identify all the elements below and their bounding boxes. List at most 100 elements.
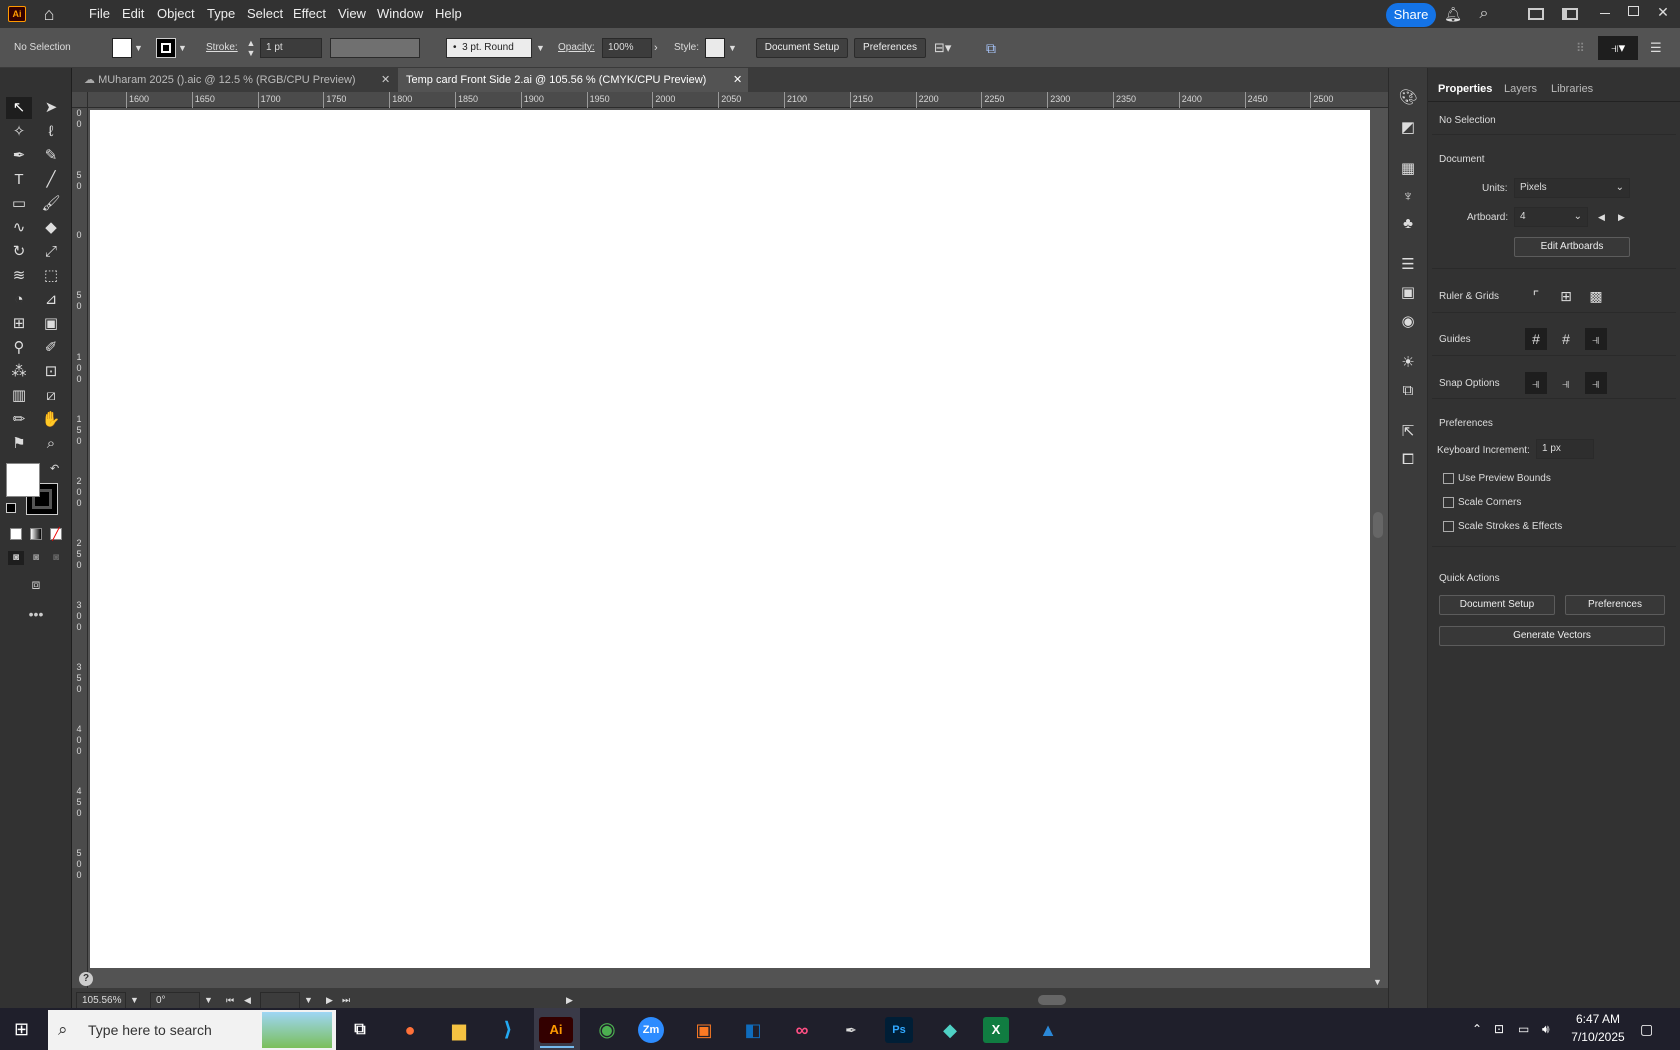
slice-tool-icon[interactable]: ⧄ bbox=[38, 385, 64, 407]
chrome-icon[interactable]: ◉ bbox=[589, 1014, 625, 1046]
shape-builder-tool-icon[interactable]: ◔ bbox=[6, 289, 32, 311]
fill-color-box[interactable] bbox=[6, 463, 40, 497]
close-tab-muharam-icon[interactable]: ✕ bbox=[381, 72, 393, 88]
draw-behind-icon[interactable]: ◙ bbox=[28, 551, 44, 565]
pen-app-icon[interactable]: ✒ bbox=[833, 1014, 869, 1046]
blend-tool-icon[interactable]: ✐ bbox=[38, 337, 64, 359]
workspace-switcher-icon[interactable] bbox=[1528, 8, 1544, 20]
horizontal-scrollbar[interactable] bbox=[582, 995, 1364, 1005]
opacity-arrow-icon[interactable]: › bbox=[654, 38, 666, 58]
show-hidden-icons-icon[interactable]: ⌃ bbox=[1472, 1020, 1486, 1038]
default-colors-icon[interactable] bbox=[6, 503, 16, 513]
transparency-grid-icon[interactable]: ▩ bbox=[1585, 285, 1607, 307]
draw-inside-icon[interactable]: ◙ bbox=[48, 551, 64, 565]
transparency-panel-icon[interactable]: ◉ bbox=[1397, 311, 1419, 333]
artboards-panel-icon[interactable]: ⧠ bbox=[1397, 449, 1419, 471]
selection-tool-icon[interactable]: ↖ bbox=[6, 97, 32, 119]
line-segment-tool-icon[interactable]: ╱ bbox=[38, 169, 64, 191]
preferences-button[interactable]: Preferences bbox=[854, 38, 926, 58]
panel-options-icon[interactable]: ☰ bbox=[1650, 38, 1666, 58]
file-explorer-icon[interactable]: ▆ bbox=[441, 1014, 477, 1046]
rotate-tool-icon[interactable]: ↻ bbox=[6, 241, 32, 263]
fill-dropdown-icon[interactable]: ▼ bbox=[134, 38, 146, 58]
puppet-warp-tool-icon[interactable]: ⚑ bbox=[6, 433, 32, 455]
pen-tool-icon[interactable]: ✒ bbox=[6, 145, 32, 167]
clock-date[interactable]: 7/10/2025 bbox=[1566, 1030, 1630, 1044]
prev-artboard-icon[interactable]: ◀ bbox=[244, 992, 254, 1009]
recolor-artwork-icon[interactable]: ⧉ bbox=[986, 38, 1006, 58]
fill-swatch[interactable] bbox=[112, 38, 132, 58]
tab-properties[interactable]: Properties bbox=[1438, 76, 1492, 102]
use-preview-bounds-checkbox[interactable] bbox=[1443, 473, 1454, 484]
graphic-styles-panel-icon[interactable]: ⧉ bbox=[1397, 380, 1419, 402]
stroke-swatch[interactable] bbox=[156, 38, 176, 58]
restore-icon[interactable] bbox=[1628, 6, 1639, 16]
color-mode-icon[interactable] bbox=[10, 528, 22, 540]
style-dropdown-icon[interactable]: ▼ bbox=[728, 38, 740, 58]
align-options-icon[interactable]: ⊟▾ bbox=[934, 38, 962, 58]
generate-vectors-button[interactable]: Generate Vectors bbox=[1439, 626, 1665, 646]
rulers-icon[interactable]: ⌜ bbox=[1525, 285, 1547, 307]
menu-select[interactable]: Select bbox=[247, 0, 283, 28]
eraser-tool-icon[interactable]: ◆ bbox=[38, 217, 64, 239]
rotation-input[interactable]: 0° bbox=[150, 992, 200, 1009]
keyboard-increment-input[interactable]: 1 px bbox=[1536, 439, 1594, 459]
export-panel-icon[interactable]: ⇱ bbox=[1397, 421, 1419, 443]
lasso-tool-icon[interactable]: ℓ bbox=[38, 121, 64, 143]
share-button[interactable]: Share bbox=[1386, 3, 1436, 27]
brush-dropdown-icon[interactable]: ▼ bbox=[536, 38, 548, 58]
zoom-app-icon[interactable]: Zm bbox=[638, 1017, 664, 1043]
paintbrush-tool-icon[interactable]: 🖌︎ bbox=[38, 193, 64, 215]
edit-artboards-button[interactable]: Edit Artboards bbox=[1514, 237, 1630, 257]
gradient-mode-icon[interactable] bbox=[30, 528, 42, 540]
vscode-icon[interactable]: ⟩ bbox=[490, 1014, 526, 1046]
artboard-dropdown[interactable]: 4 ⌄ bbox=[1514, 207, 1588, 227]
snap-to-glyph-panel-icon[interactable]: ⫣ bbox=[1585, 372, 1607, 394]
menu-window[interactable]: Window bbox=[377, 0, 423, 28]
tab-muharam[interactable]: ☁ MUharam 2025 ().aic @ 12.5 % (RGB/CPU … bbox=[76, 68, 396, 92]
warp-tool-icon[interactable]: ≋ bbox=[6, 265, 32, 287]
display-icon[interactable]: ▭ bbox=[1518, 1020, 1534, 1038]
tab-libraries[interactable]: Libraries bbox=[1551, 76, 1593, 102]
symbol-sprayer-tool-icon[interactable]: ⁂ bbox=[6, 361, 32, 383]
show-guides-icon[interactable]: # bbox=[1525, 328, 1547, 350]
home-icon[interactable]: ⌂ bbox=[38, 4, 60, 24]
stroke-dropdown-icon[interactable]: ▼ bbox=[178, 38, 190, 58]
photoshop-icon[interactable]: Ps bbox=[885, 1017, 913, 1043]
snap-to-point-icon[interactable]: ⫣ bbox=[1525, 372, 1547, 394]
illustrator-taskbar-icon[interactable]: Ai bbox=[539, 1017, 573, 1043]
menu-effect[interactable]: Effect bbox=[293, 0, 326, 28]
rectangle-tool-icon[interactable]: ▭ bbox=[6, 193, 32, 215]
pencil-tool-icon[interactable]: ✏ bbox=[6, 409, 32, 431]
vertical-scroll-thumb[interactable] bbox=[1373, 512, 1383, 538]
creative-cloud-icon[interactable]: ∞ bbox=[784, 1014, 820, 1046]
tab-layers[interactable]: Layers bbox=[1504, 76, 1537, 102]
windows-start-icon[interactable]: ⊞ bbox=[14, 1020, 32, 1038]
lock-guides-icon[interactable]: # bbox=[1555, 328, 1577, 350]
search-icon[interactable]: ⌕ bbox=[1474, 4, 1494, 24]
close-tab-temp-card-icon[interactable]: ✕ bbox=[733, 72, 745, 88]
scale-corners-checkbox[interactable] bbox=[1443, 497, 1454, 508]
stroke-panel-icon[interactable]: ☰ bbox=[1397, 254, 1419, 276]
color-guide-icon[interactable]: ◩ bbox=[1397, 117, 1419, 139]
arrange-icon[interactable]: ⠿ bbox=[1576, 38, 1590, 58]
menu-file[interactable]: File bbox=[89, 0, 110, 28]
menu-edit[interactable]: Edit bbox=[122, 0, 144, 28]
gradient-panel-icon[interactable]: ▣ bbox=[1397, 282, 1419, 304]
grid-icon[interactable]: ⊞ bbox=[1555, 285, 1577, 307]
screen-mode-icon[interactable]: ⧈ bbox=[24, 575, 48, 593]
stroke-stepper-icon[interactable]: ▲ ▼ bbox=[245, 38, 257, 58]
appearance-panel-icon[interactable]: ☀ bbox=[1397, 352, 1419, 374]
app-diamond-icon[interactable]: ◆ bbox=[932, 1014, 968, 1046]
column-graph-tool-icon[interactable]: ▥ bbox=[6, 385, 32, 407]
menu-object[interactable]: Object bbox=[157, 0, 195, 28]
artboard-tool-icon[interactable]: ⊡ bbox=[38, 361, 64, 383]
notifications-icon[interactable]: ▢ bbox=[1640, 1020, 1658, 1038]
horizontal-scroll-thumb[interactable] bbox=[1038, 995, 1066, 1005]
notification-bell-icon[interactable]: 🔔︎ bbox=[1444, 5, 1462, 23]
previous-artboard-icon[interactable]: ◀ bbox=[1598, 208, 1608, 226]
color-panel-icon[interactable]: 🎨︎ bbox=[1397, 87, 1419, 109]
document-setup-button[interactable]: Document Setup bbox=[756, 38, 848, 58]
free-transform-tool-icon[interactable]: ⬚ bbox=[38, 265, 64, 287]
type-tool-icon[interactable]: T bbox=[6, 169, 32, 191]
